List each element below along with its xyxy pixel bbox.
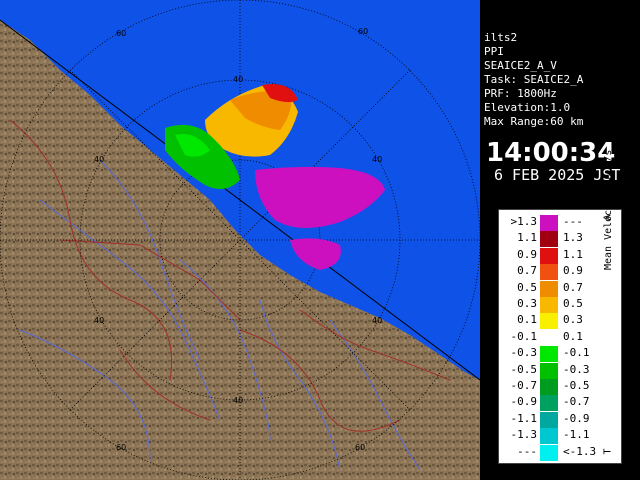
legend-row: --- <-1.3 (499, 444, 621, 462)
legend-swatch (540, 264, 558, 281)
ring-label-40-bottom: 40 (233, 396, 243, 405)
legend-right-value: 0.3 (563, 313, 583, 327)
ring-label-40-lowright: 40 (372, 316, 382, 325)
legend-left-value: -1.3 (510, 428, 538, 442)
legend-left-value: -0.1 (510, 329, 538, 343)
legend-swatch (540, 329, 558, 346)
legend-row: -0.3 -0.1 (499, 345, 621, 363)
legend-right-value: 0.1 (563, 329, 583, 343)
legend-left-value: 0.7 (517, 264, 537, 278)
legend-row: 0.3 0.5 (499, 296, 621, 314)
legend-right-value: -0.3 (563, 362, 590, 376)
legend-right-value: 0.5 (563, 297, 583, 310)
legend-left-value: 0.1 (517, 313, 537, 327)
legend-row: 0.5 0.7 (499, 280, 621, 298)
ring-label-40-lowleft: 40 (94, 316, 104, 325)
legend-row: 1.1 1.3 (499, 230, 621, 248)
legend-right-value: -0.7 (563, 395, 590, 409)
ring-label-40-left: 40 (94, 155, 104, 164)
ring-label-60-topright: 60 (358, 27, 368, 36)
legend-left-value: --- (517, 444, 537, 458)
legend-row: -0.7 -0.5 (499, 378, 621, 396)
legend-left-value: -0.5 (510, 362, 538, 376)
legend-swatch (540, 362, 558, 379)
product-type: PPI (484, 45, 504, 58)
legend-swatch (540, 297, 558, 313)
legend-swatch (540, 346, 558, 363)
legend-right-value: 1.3 (563, 231, 583, 245)
legend-swatch (540, 231, 558, 248)
legend-right-value: 0.7 (563, 280, 583, 294)
product-name: SEAICE2_A_V (484, 59, 557, 72)
legend-right-value: -0.5 (563, 379, 590, 392)
legend-right-value: -0.9 (563, 411, 590, 425)
legend-row: 0.1 0.3 (499, 312, 621, 330)
legend-row: -0.1 0.1 (499, 329, 621, 347)
ring-label-40-right: 40 (372, 155, 382, 164)
legend-row: 0.7 0.9 (499, 263, 621, 281)
legend-swatch (540, 395, 558, 412)
legend-right-value: -1.1 (563, 428, 590, 442)
ring-label-60-bottom: 60 (116, 443, 126, 452)
max-range-value: Max Range:60 km (484, 115, 584, 128)
ring-label-60-top: 60 (116, 29, 126, 38)
legend-left-value: -0.9 (510, 395, 538, 409)
legend-row: -0.5 -0.3 (499, 362, 621, 380)
legend-swatch (540, 444, 558, 461)
legend-left-value: >1.3 (510, 215, 538, 228)
legend-swatch (540, 215, 558, 231)
legend-right-value: --- (563, 215, 583, 228)
legend-left-value: -0.3 (510, 346, 538, 360)
legend-swatch (540, 280, 558, 297)
elevation-value: Elevation:1.0 (484, 101, 571, 114)
ring-label-60-bottomright: 60 (355, 443, 365, 452)
legend-right-value: 0.9 (563, 264, 583, 278)
station-name: ilts2 (484, 31, 518, 44)
prf-value: PRF: 1800Hz (484, 87, 557, 100)
velocity-legend: A Mean Velocity in m/s T >1.3 --- 1.1 1.3 0.… (498, 150, 622, 464)
observation-time: 14:00:34 (486, 138, 616, 168)
ring-label-40-top: 40 (233, 75, 243, 84)
radar-map: 60 60 40 40 40 40 40 40 60 60 (0, 0, 480, 480)
legend-swatch (540, 379, 558, 395)
legend-right-value: <-1.3 (563, 444, 597, 458)
legend-left-value: -1.1 (510, 411, 538, 425)
observation-date: 6 FEB 2025 JST (494, 166, 621, 184)
legend-right-value: 1.1 (563, 247, 583, 261)
task-name: Task: SEAICE2_A (484, 73, 584, 86)
legend-row: -1.1 -0.9 (499, 411, 621, 429)
legend-row: -1.3 -1.1 (499, 427, 621, 445)
legend-left-value: 0.5 (517, 280, 537, 294)
legend-row: -0.9 -0.7 (499, 394, 621, 412)
legend-right-value: -0.1 (563, 346, 590, 360)
legend-left-value: 1.1 (517, 231, 537, 245)
legend-left-value: 0.9 (517, 247, 537, 261)
legend-row: >1.3 --- (499, 214, 621, 232)
legend-left-value: -0.7 (510, 379, 538, 392)
info-panel: ilts2 PPI SEAICE2_A_V Task: SEAICE2_A PR… (480, 28, 640, 188)
legend-swatch (540, 313, 558, 330)
legend-swatch (540, 411, 558, 428)
legend-swatch (540, 428, 558, 445)
legend-left-value: 0.3 (517, 297, 537, 310)
legend-row: 0.9 1.1 (499, 247, 621, 265)
legend-swatch (540, 247, 558, 264)
